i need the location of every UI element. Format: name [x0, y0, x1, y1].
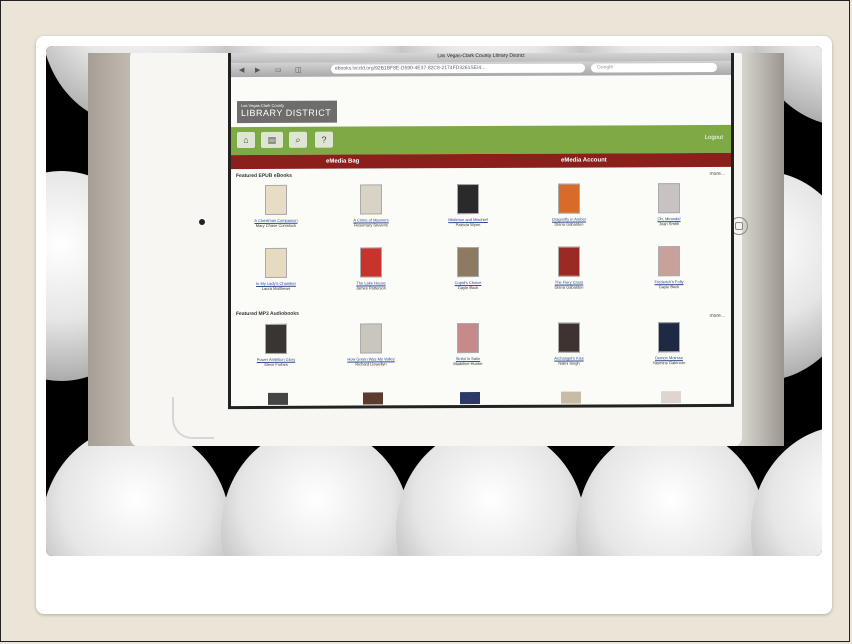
- book-item[interactable]: How Green Was My Valley Richard Llewelly…: [331, 323, 411, 367]
- ipad-device: Las Vegas-Clark County Library District …: [130, 53, 748, 446]
- tabs-icon[interactable]: ◫: [295, 66, 302, 74]
- book-item[interactable]: The Fiery Cross Diana Gabaldon: [529, 246, 609, 290]
- logout-link[interactable]: Logout: [705, 135, 723, 141]
- emedia-bag-link[interactable]: eMedia Bag: [326, 159, 359, 165]
- book-author: James Patterson: [355, 285, 386, 291]
- site-nav-bar: ⌂ ▤ ⌕ ? Logout: [231, 124, 731, 156]
- book-cover: [558, 246, 580, 277]
- search-icon[interactable]: ⌕: [289, 131, 307, 148]
- book-item[interactable]: Demon Moirsso Yasmine Galenorn: [629, 322, 709, 365]
- book-item[interactable]: Dragonfly in Amber Diana Gabaldon: [529, 183, 609, 227]
- book-author: Joan Smith: [658, 221, 679, 227]
- more-link[interactable]: more...: [709, 313, 725, 319]
- book-author: Yasmine Galenorn: [652, 360, 686, 366]
- book-author: Laura Matthews: [261, 285, 291, 291]
- section-heading: Featured MP3 Audiobooks: [236, 310, 299, 318]
- bookmarks-icon[interactable]: ▭: [275, 66, 282, 74]
- book-item[interactable]: Oh, Miranda! Joan Smith: [629, 183, 709, 226]
- book-item[interactable]: The Lake House James Patterson: [331, 247, 411, 291]
- book-author: Gayle Buck: [457, 285, 479, 291]
- book-cover: [265, 247, 287, 278]
- stand-clip: [172, 397, 214, 439]
- book-icon[interactable]: ▤: [261, 131, 283, 148]
- book-author: Steve Forbes: [264, 361, 288, 367]
- book-author: Richard Llewellyn: [355, 361, 387, 367]
- book-cover-partial: [363, 392, 383, 405]
- book-author: Rosemary Stevens: [354, 222, 388, 228]
- book-author: Madeline Hunter: [453, 360, 483, 367]
- ipad-photo: Las Vegas-Clark County Library District …: [88, 53, 784, 446]
- forward-icon[interactable]: ▶: [255, 66, 260, 74]
- browser-toolbar: ◀ ▶ ▭ ◫ ebooks.lvccld.org/92B1BF8E-D590-…: [231, 60, 731, 78]
- book-cover: [558, 183, 580, 214]
- help-icon[interactable]: ?: [315, 131, 333, 148]
- book-author: Diana Gabaldon: [554, 284, 584, 290]
- book-item[interactable]: Power Ambition Glory Steve Forbes: [236, 323, 316, 367]
- book-cover: [360, 323, 382, 354]
- address-bar[interactable]: ebooks.lvccld.org/92B1BF8E-D590-4E37-82C…: [331, 63, 585, 74]
- library-logo[interactable]: Las Vegas-Clark County LIBRARY DISTRICT: [237, 100, 337, 124]
- page-frame: Las Vegas-Clark County Library District …: [0, 0, 850, 642]
- book-cover: [658, 183, 680, 214]
- book-item[interactable]: Sinful in Satin Madeline Hunter: [428, 323, 508, 366]
- section-heading: Featured EPUB eBooks: [236, 172, 292, 180]
- book-cover-partial: [460, 392, 480, 405]
- book-cover: [658, 322, 680, 353]
- ipad-screen: Las Vegas-Clark County Library District …: [228, 53, 734, 410]
- book-item[interactable]: A Crime of Manners Rosemary Stevens: [331, 184, 411, 228]
- book-cover: [457, 247, 479, 278]
- emedia-account-link[interactable]: eMedia Account: [561, 157, 607, 163]
- book-author: Nalini Singh: [558, 360, 580, 366]
- book-cover-partial: [561, 391, 581, 404]
- logo-title: LIBRARY DISTRICT: [241, 107, 332, 119]
- search-field[interactable]: Google: [591, 62, 717, 73]
- book-cover: [558, 322, 580, 353]
- book-item[interactable]: Cupid's Choice Gayle Buck: [428, 247, 508, 290]
- book-author: Diana Gabaldon: [554, 221, 584, 227]
- home-icon[interactable]: ⌂: [237, 131, 255, 149]
- more-link[interactable]: more...: [709, 171, 725, 177]
- book-item[interactable]: Mistletoe and Mischief Patricia Wynn: [428, 184, 508, 227]
- book-cover: [457, 323, 479, 354]
- book-item[interactable]: Frederick's Folly Gayle Buck: [629, 246, 709, 289]
- book-cover: [265, 323, 287, 354]
- account-bar: eMedia Bag eMedia Account: [231, 152, 731, 170]
- book-cover: [360, 184, 382, 215]
- book-author: Patricia Wynn: [455, 222, 481, 228]
- book-cover: [457, 184, 479, 215]
- book-cover-partial: [661, 391, 681, 404]
- book-cover: [360, 247, 382, 278]
- book-item[interactable]: In My Lady's Chamber Laura Matthews: [236, 247, 316, 291]
- book-cover: [265, 184, 287, 215]
- book-author: Gayle Buck: [658, 284, 680, 290]
- book-author: Mary Chase Comstock: [255, 222, 297, 228]
- book-cover-partial: [268, 392, 288, 405]
- back-icon[interactable]: ◀: [239, 66, 244, 74]
- book-item[interactable]: Archangel's Kiss Nalini Singh: [529, 322, 609, 366]
- book-item[interactable]: A Christmas Companion Mary Chase Comstoc…: [236, 184, 316, 228]
- camera-icon: [199, 219, 205, 225]
- book-cover: [658, 246, 680, 277]
